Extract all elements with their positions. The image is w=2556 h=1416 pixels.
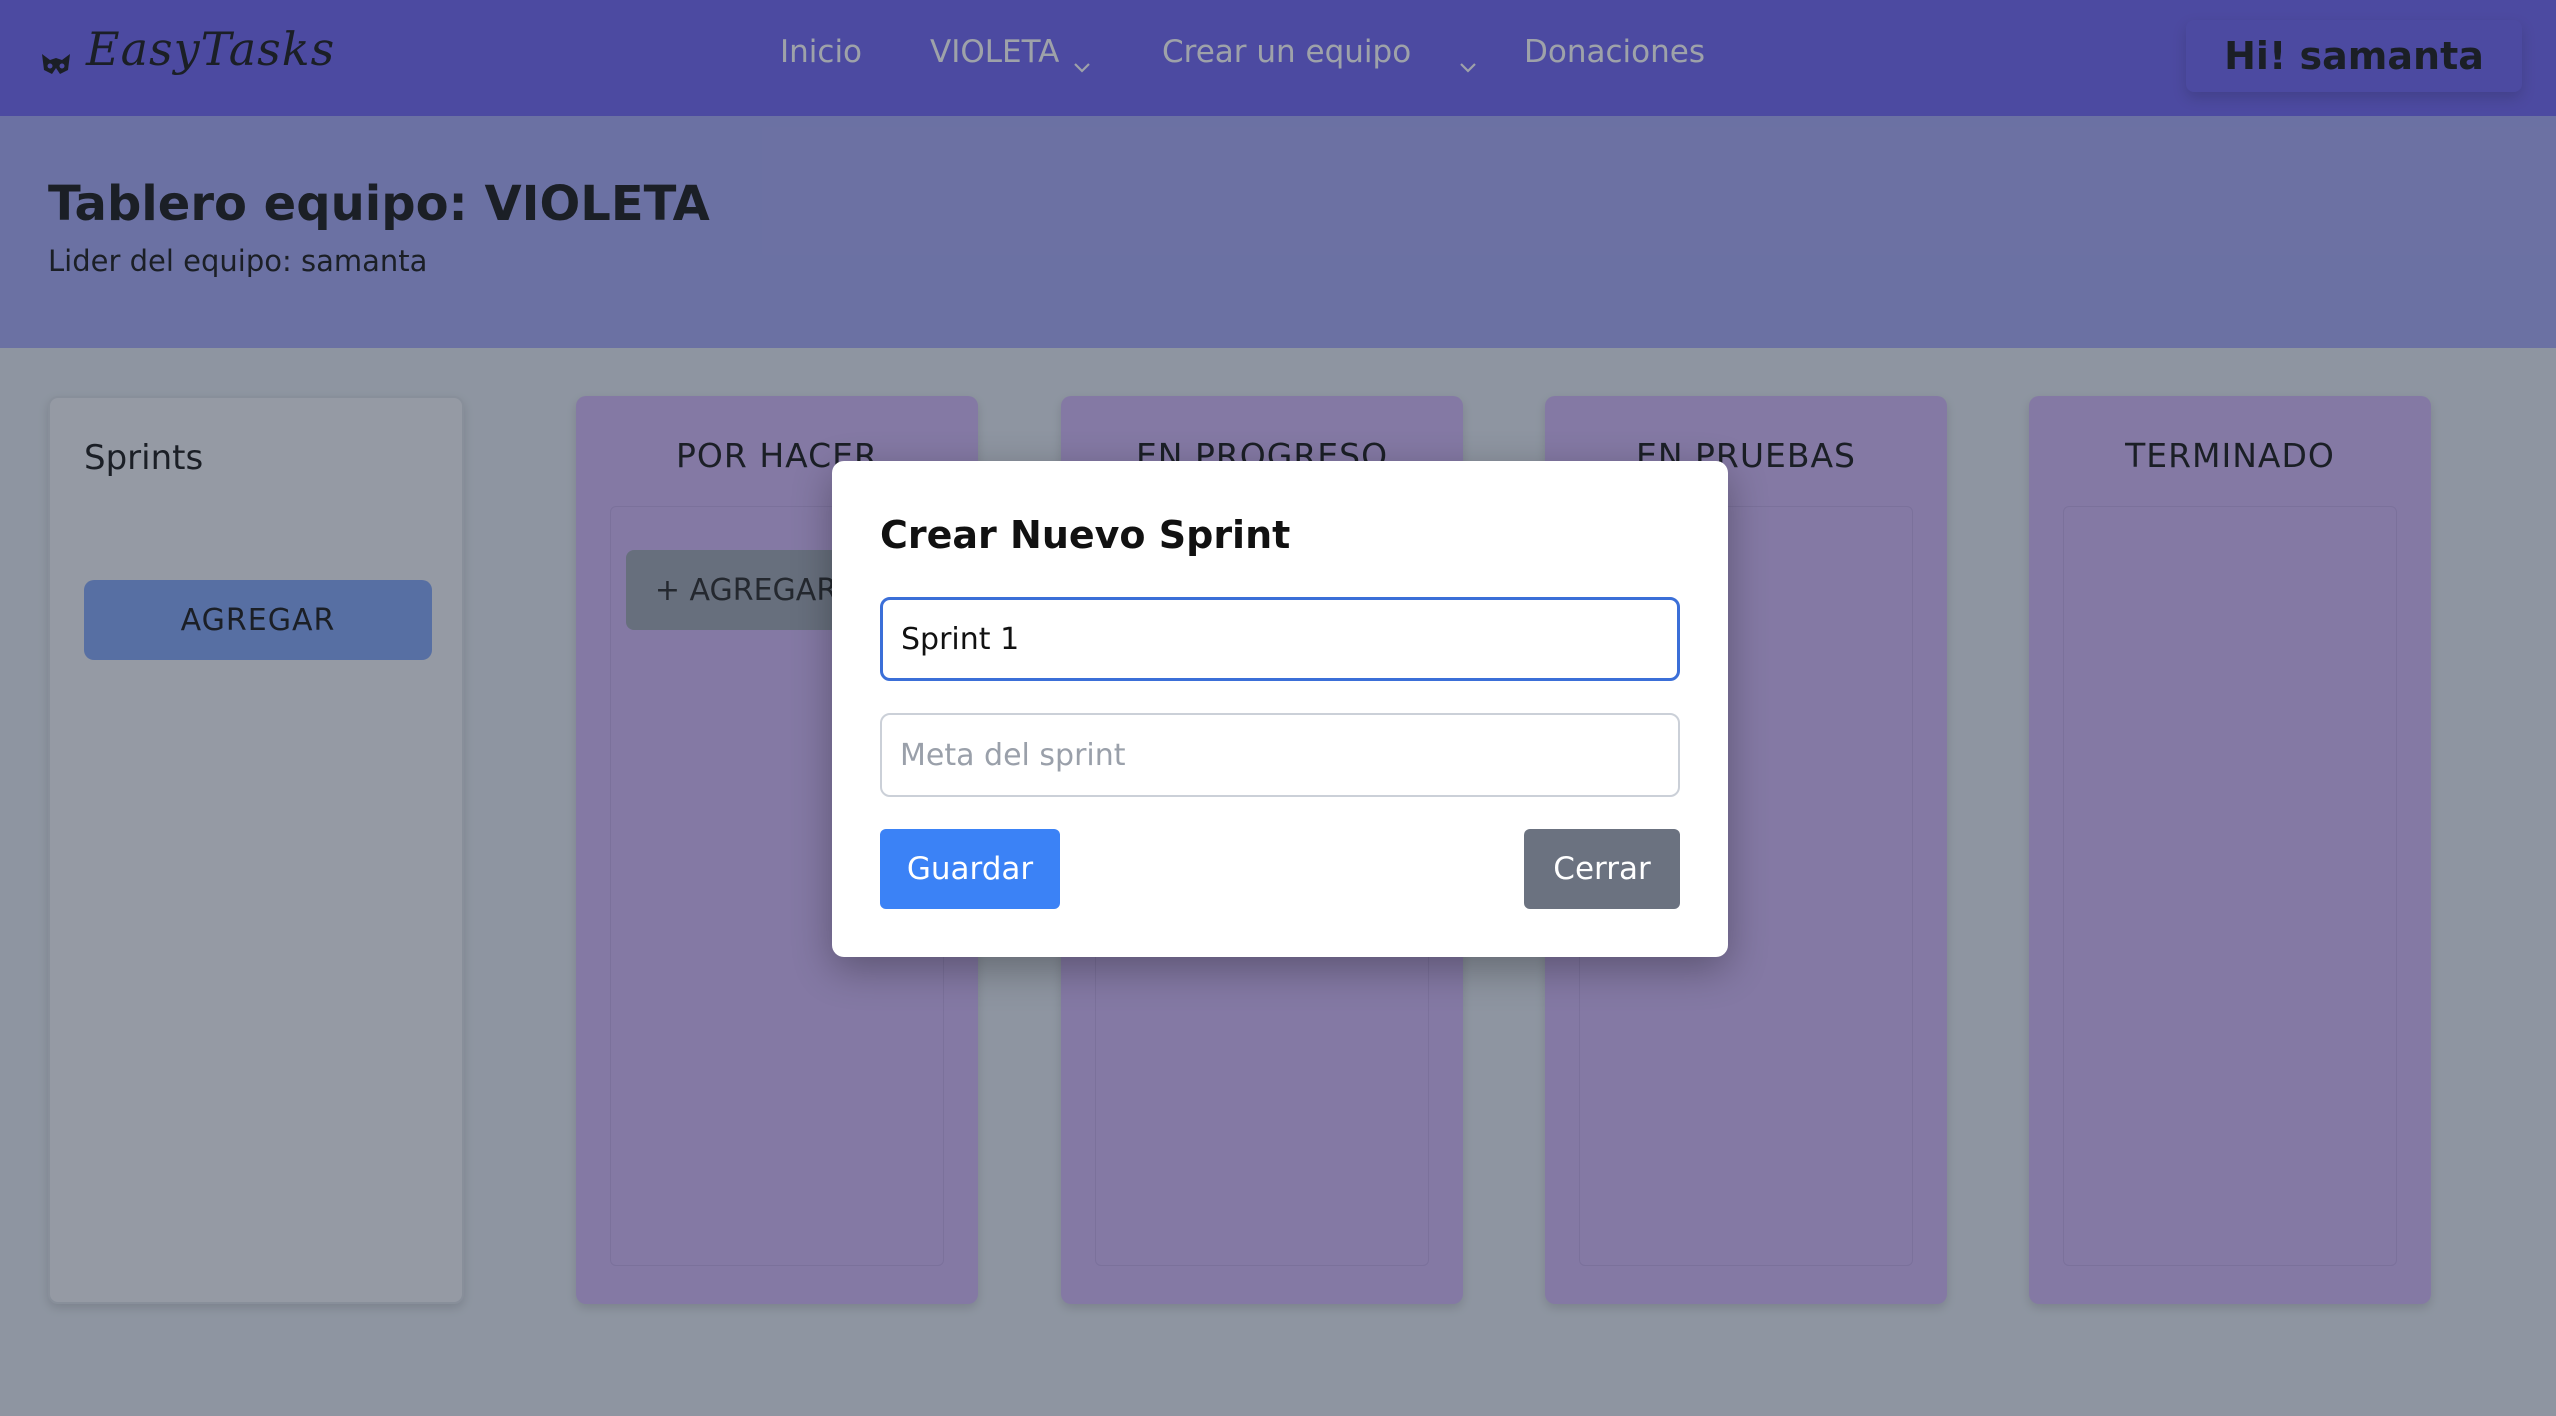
save-button[interactable]: Guardar <box>880 829 1060 909</box>
create-sprint-modal: Crear Nuevo Sprint Guardar Cerrar <box>832 461 1728 957</box>
sprint-name-input[interactable] <box>880 597 1680 681</box>
close-button[interactable]: Cerrar <box>1524 829 1680 909</box>
modal-title: Crear Nuevo Sprint <box>880 513 1291 557</box>
sprint-goal-input[interactable] <box>880 713 1680 797</box>
